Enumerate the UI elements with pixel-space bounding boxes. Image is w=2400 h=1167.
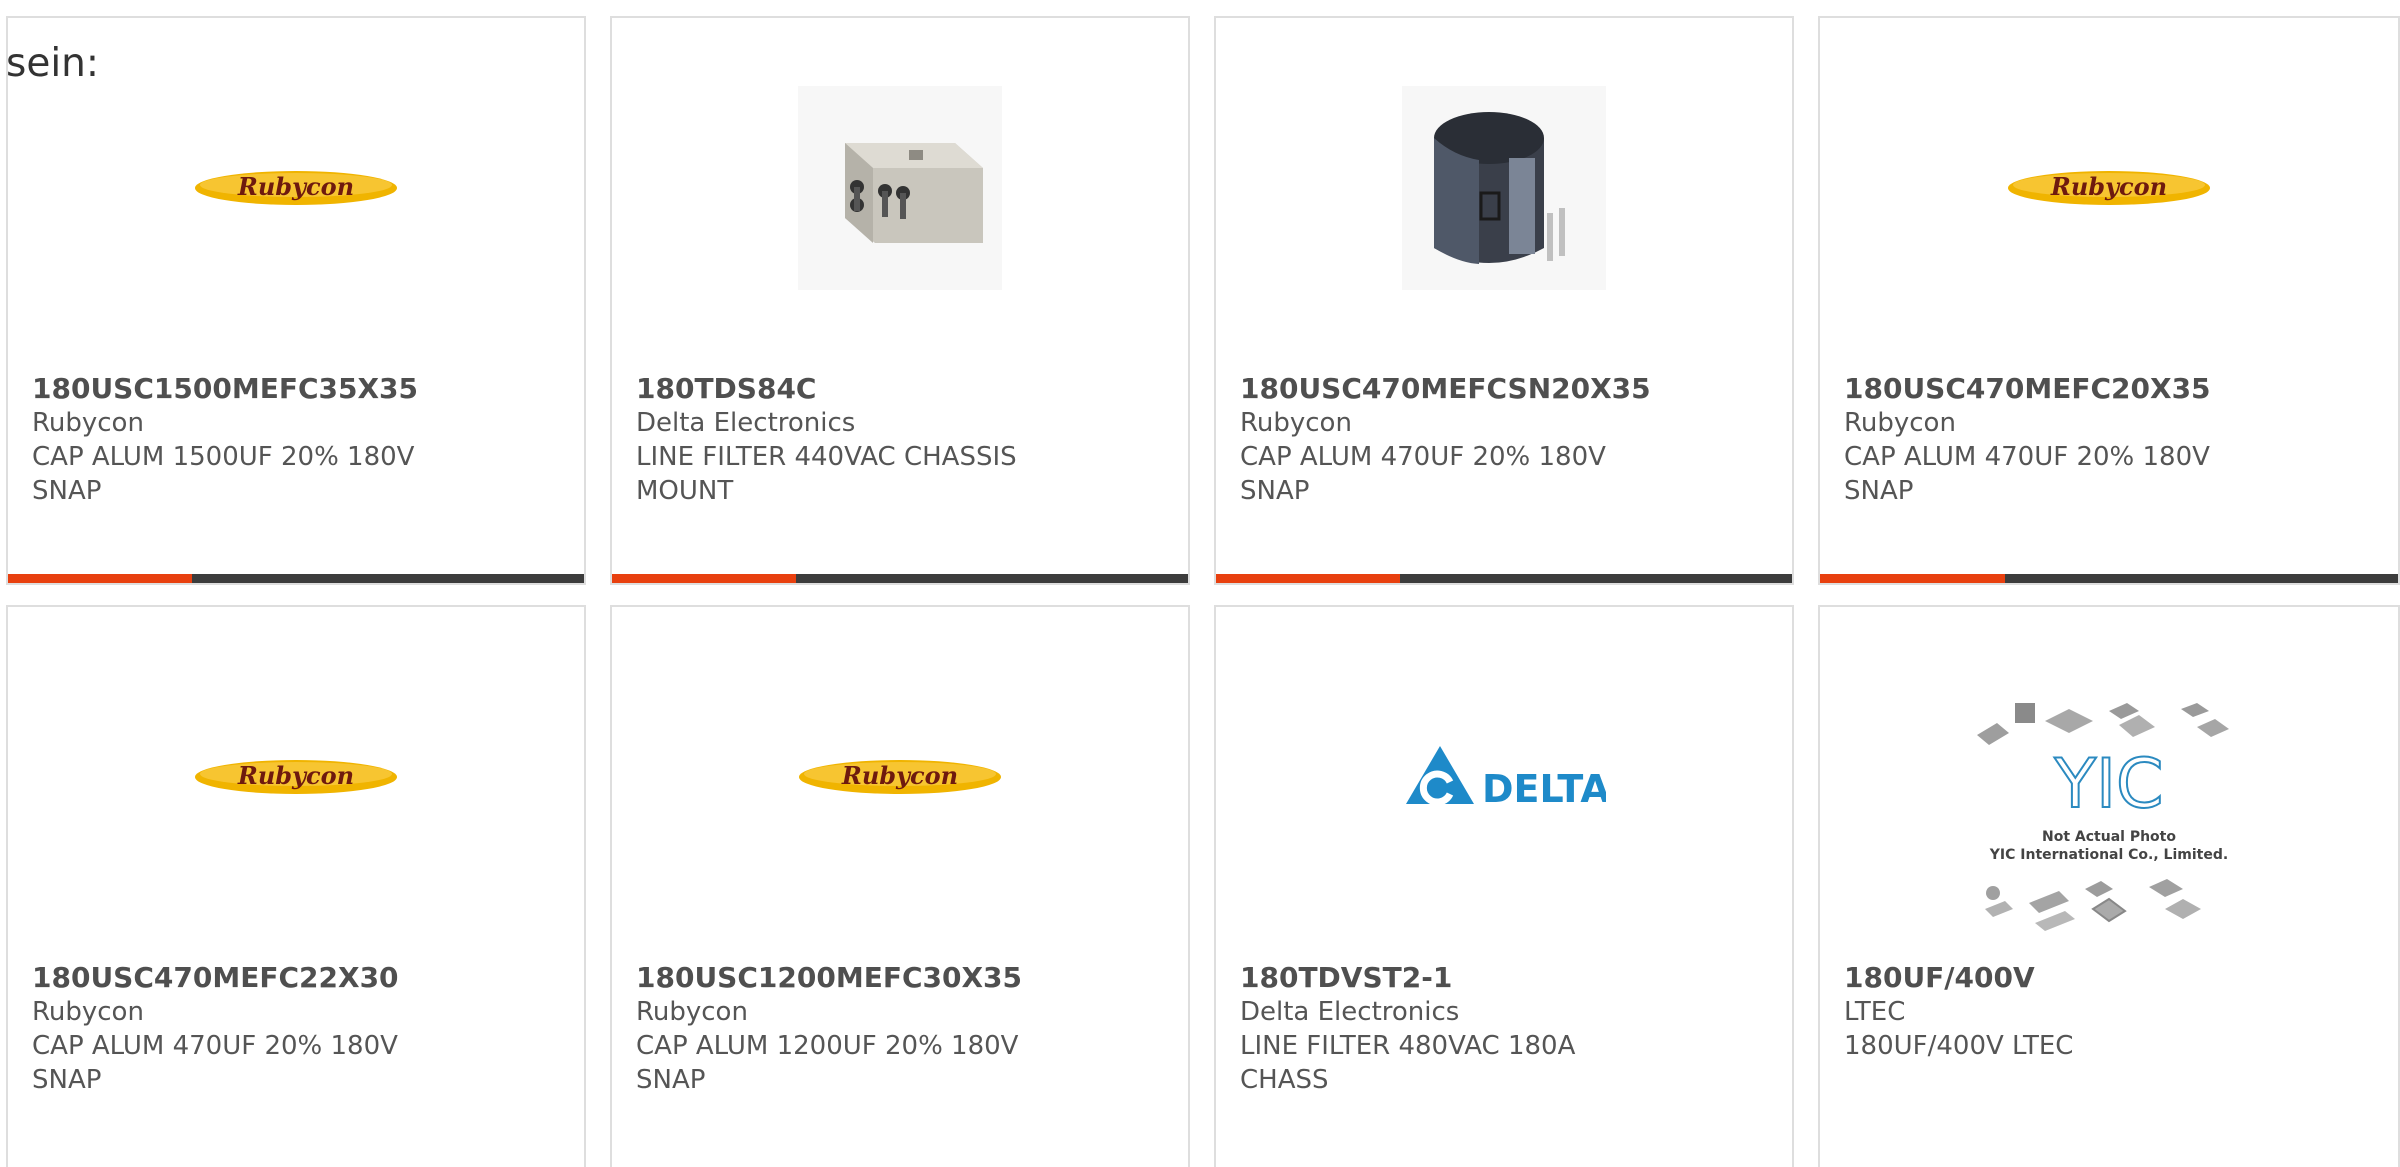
manufacturer: Rubycon xyxy=(636,997,748,1027)
product-grid-page: sein: Rubycon 180USC1500MEFC35X35 Rubyco… xyxy=(0,0,2400,1167)
description: 180UF/400V LTEC xyxy=(1844,1031,2074,1061)
manufacturer: Delta Electronics xyxy=(1240,997,1460,1027)
card-bar-accent xyxy=(1216,574,1401,583)
card-info: 180TDS84C Delta Electronics LINE FILTER … xyxy=(636,372,1172,508)
rubycon-logo-image: Rubycon xyxy=(194,86,398,290)
rubycon-logo-icon: Rubycon xyxy=(195,760,397,794)
card-info: 180TDVST2-1 Delta Electronics LINE FILTE… xyxy=(1240,961,1776,1097)
part-number[interactable]: 180USC1500MEFC35X35 xyxy=(32,372,568,406)
rubycon-logo-image: Rubycon xyxy=(798,675,1002,879)
description: CAP ALUM 1200UF 20% 180V SNAP xyxy=(636,1031,1019,1095)
card-bar xyxy=(612,574,1188,583)
yic-placeholder-icon: YIC Not Actual Photo YIC International C… xyxy=(1977,703,2229,931)
rubycon-logo-icon: Rubycon xyxy=(799,760,1001,794)
manufacturer: Delta Electronics xyxy=(636,408,856,438)
card-bar-accent xyxy=(1820,574,2005,583)
product-card[interactable]: 180USC470MEFCSN20X35 Rubycon CAP ALUM 47… xyxy=(1214,16,1794,585)
rubycon-logo-image: Rubycon xyxy=(2007,86,2211,290)
part-number[interactable]: 180TDVST2-1 xyxy=(1240,961,1776,995)
svg-text:Rubycon: Rubycon xyxy=(2050,172,2167,201)
product-card[interactable]: Rubycon 180USC1200MEFC30X35 Rubycon CAP … xyxy=(610,605,1190,1167)
card-info: 180USC470MEFCSN20X35 Rubycon CAP ALUM 47… xyxy=(1240,372,1776,508)
product-card[interactable]: YIC Not Actual Photo YIC International C… xyxy=(1818,605,2400,1167)
part-number[interactable]: 180USC470MEFC20X35 xyxy=(1844,372,2382,406)
line-filter-photo xyxy=(798,86,1002,290)
card-bar xyxy=(1820,574,2398,583)
intro-text: sein: xyxy=(6,41,100,86)
part-number[interactable]: 180USC1200MEFC30X35 xyxy=(636,961,1172,995)
part-number[interactable]: 180TDS84C xyxy=(636,372,1172,406)
svg-text:DELTA: DELTA xyxy=(1482,767,1606,811)
card-info: 180USC1500MEFC35X35 Rubycon CAP ALUM 150… xyxy=(32,372,568,508)
rubycon-logo-image: Rubycon xyxy=(194,675,398,879)
manufacturer: Rubycon xyxy=(1844,408,1956,438)
svg-text:Not Actual Photo: Not Actual Photo xyxy=(2042,829,2176,845)
svg-text:Rubycon: Rubycon xyxy=(237,761,354,790)
part-number[interactable]: 180USC470MEFCSN20X35 xyxy=(1240,372,1776,406)
card-info: 180UF/400V LTEC 180UF/400V LTEC xyxy=(1844,961,2382,1063)
card-bar xyxy=(8,574,584,583)
capacitor-photo xyxy=(1402,86,1606,290)
description: CAP ALUM 470UF 20% 180V SNAP xyxy=(32,1031,398,1095)
product-card[interactable]: Rubycon 180USC1500MEFC35X35 Rubycon CAP … xyxy=(6,16,586,585)
yic-placeholder-image: YIC Not Actual Photo YIC International C… xyxy=(1969,697,2249,937)
card-info: 180USC470MEFC22X30 Rubycon CAP ALUM 470U… xyxy=(32,961,568,1097)
description: CAP ALUM 470UF 20% 180V SNAP xyxy=(1844,442,2210,506)
card-info: 180USC470MEFC20X35 Rubycon CAP ALUM 470U… xyxy=(1844,372,2382,508)
product-card[interactable]: 180TDS84C Delta Electronics LINE FILTER … xyxy=(610,16,1190,585)
description: CAP ALUM 470UF 20% 180V SNAP xyxy=(1240,442,1606,506)
svg-text:YIC International Co., Limited: YIC International Co., Limited. xyxy=(1989,847,2228,863)
delta-logo-image: DELTA xyxy=(1402,675,1606,879)
delta-logo-icon: DELTA xyxy=(1406,746,1606,811)
product-card[interactable]: Rubycon 180USC470MEFC22X30 Rubycon CAP A… xyxy=(6,605,586,1167)
rubycon-logo-icon: Rubycon xyxy=(195,171,397,205)
manufacturer: LTEC xyxy=(1844,997,1906,1027)
description: LINE FILTER 480VAC 180A CHASS xyxy=(1240,1031,1576,1095)
description: LINE FILTER 440VAC CHASSIS MOUNT xyxy=(636,442,1017,506)
product-card[interactable]: DELTA 180TDVST2-1 Delta Electronics LINE… xyxy=(1214,605,1794,1167)
capacitor-icon xyxy=(1434,112,1565,264)
card-bar-accent xyxy=(8,574,193,583)
rubycon-logo-icon: Rubycon xyxy=(2008,171,2210,205)
svg-text:YIC: YIC xyxy=(2053,745,2163,824)
description: CAP ALUM 1500UF 20% 180V SNAP xyxy=(32,442,415,506)
product-card[interactable]: Rubycon 180USC470MEFC20X35 Rubycon CAP A… xyxy=(1818,16,2400,585)
manufacturer: Rubycon xyxy=(1240,408,1352,438)
card-bar xyxy=(1216,574,1792,583)
part-number[interactable]: 180UF/400V xyxy=(1844,961,2382,995)
manufacturer: Rubycon xyxy=(32,408,144,438)
part-number[interactable]: 180USC470MEFC22X30 xyxy=(32,961,568,995)
line-filter-icon xyxy=(845,143,983,243)
svg-text:Rubycon: Rubycon xyxy=(237,172,354,201)
card-bar-accent xyxy=(612,574,797,583)
card-info: 180USC1200MEFC30X35 Rubycon CAP ALUM 120… xyxy=(636,961,1172,1097)
svg-text:Rubycon: Rubycon xyxy=(841,761,958,790)
manufacturer: Rubycon xyxy=(32,997,144,1027)
